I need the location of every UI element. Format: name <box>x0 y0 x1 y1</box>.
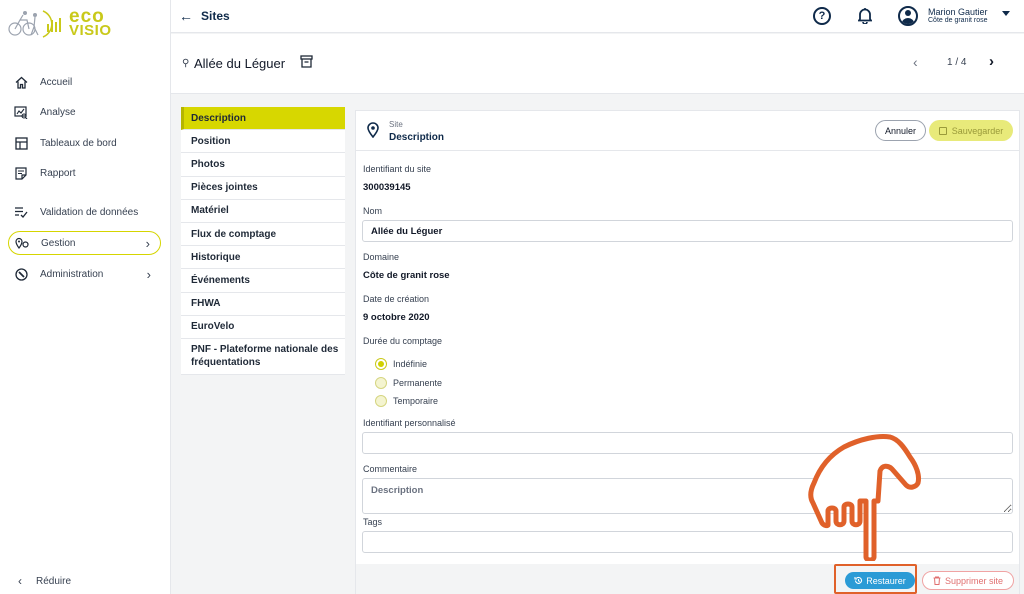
radio-label: Temporaire <box>393 396 439 406</box>
sidebar-item-rapport[interactable]: Rapport <box>8 161 161 185</box>
section-tabs: Description Position Photos Pièces joint… <box>181 107 345 375</box>
panel-title: Description <box>389 132 445 143</box>
tab-description[interactable]: Description <box>181 107 345 131</box>
brand-word-visio: VISIO <box>69 22 112 39</box>
user-organization[interactable]: Côte de granit rose <box>928 17 988 24</box>
sidebar-item-administration[interactable]: Administration › <box>8 262 161 286</box>
page-title: Sites <box>201 9 230 23</box>
save-button[interactable]: Sauvegarder <box>929 120 1013 141</box>
duration-label: Durée du comptage <box>363 336 443 346</box>
panel-kicker: Site <box>389 120 403 129</box>
tab-eurovelo[interactable]: EuroVelo <box>181 316 345 339</box>
sidebar-item-validation-de-donnees[interactable]: Validation de données <box>8 200 161 224</box>
tab-pieces-jointes[interactable]: Pièces jointes <box>181 177 345 200</box>
restore-icon <box>854 576 863 584</box>
sidebar-item-tableaux-de-bord[interactable]: Tableaux de bord <box>8 131 161 155</box>
tags-label: Tags <box>363 517 383 527</box>
trash-icon <box>933 576 941 585</box>
chevron-right-icon: › <box>146 266 151 282</box>
tab-historique[interactable]: Historique <box>181 246 345 270</box>
comment-label: Commentaire <box>363 464 418 474</box>
radio-checked[interactable] <box>375 358 387 370</box>
tab-evenements[interactable]: Événements <box>181 269 345 293</box>
bell-icon[interactable] <box>858 7 872 24</box>
domain-value: Côte de granit rose <box>363 270 450 281</box>
restore-label: Restaurer <box>866 575 906 586</box>
sidebar-item-label: Analyse <box>40 106 76 118</box>
chevron-left-icon: ‹ <box>18 574 22 588</box>
topbar: ← Sites ? Marion Gautier Côte de granit … <box>171 0 1024 33</box>
delete-label: Supprimer site <box>944 575 1004 586</box>
chevron-right-icon: › <box>145 235 150 251</box>
tab-materiel[interactable]: Matériel <box>181 200 345 223</box>
radio-unchecked[interactable] <box>375 377 387 389</box>
help-icon[interactable]: ? <box>813 7 831 25</box>
analysis-icon <box>14 105 28 119</box>
back-arrow-icon[interactable]: ← <box>179 8 193 24</box>
site-header: ⚲ Allée du Léguer ‹ 1 / 4 › <box>171 34 1024 94</box>
site-name: Allée du Léguer <box>194 56 286 71</box>
tab-pnf[interactable]: PNF - Plateforme nationale des fréquenta… <box>181 339 345 375</box>
sidebar-item-analyse[interactable]: Analyse <box>8 100 161 124</box>
location-pin-icon <box>367 122 379 138</box>
tab-flux-de-comptage[interactable]: Flux de comptage <box>181 223 345 247</box>
avatar-icon[interactable] <box>898 6 918 26</box>
dashboard-icon <box>14 136 28 150</box>
sidebar-item-label: Accueil <box>40 76 73 88</box>
save-icon <box>938 126 947 135</box>
panel-footer: Restaurer Supprimer site <box>356 564 1019 594</box>
duration-option-indefinie[interactable]: Indéfinie <box>375 358 427 370</box>
panel-header: Site Description Annuler Sauvegarder <box>356 111 1019 151</box>
creation-date-label: Date de création <box>363 294 430 304</box>
custom-id-label: Identifiant personnalisé <box>363 418 456 428</box>
report-icon <box>14 166 28 180</box>
delete-site-button[interactable]: Supprimer site <box>922 571 1014 590</box>
location-pin-icon: ⚲ <box>182 58 190 69</box>
duration-option-permanente[interactable]: Permanente <box>375 377 442 389</box>
caret-down-icon[interactable] <box>1002 11 1010 16</box>
sidebar-item-label: Gestion <box>41 237 76 249</box>
user-name[interactable]: Marion Gautier <box>928 7 988 17</box>
tab-photos[interactable]: Photos <box>181 153 345 177</box>
sidebar-item-label: Administration <box>40 268 104 280</box>
previous-site-button[interactable]: ‹ <box>913 54 918 70</box>
gestion-icon <box>15 236 29 250</box>
name-input[interactable] <box>362 220 1013 242</box>
sidebar-item-label: Tableaux de bord <box>40 137 117 149</box>
wrench-icon <box>14 267 28 281</box>
pager-position: 1 / 4 <box>947 57 967 68</box>
name-label: Nom <box>363 206 383 216</box>
home-icon <box>14 75 28 89</box>
restore-button[interactable]: Restaurer <box>845 572 915 589</box>
radio-unchecked[interactable] <box>375 395 387 407</box>
site-id-label: Identifiant du site <box>363 164 432 174</box>
creation-date-value: 9 octobre 2020 <box>363 312 430 323</box>
sidebar-item-label: Rapport <box>40 167 76 179</box>
next-site-button[interactable]: › <box>989 53 994 70</box>
duration-option-temporaire[interactable]: Temporaire <box>375 395 438 407</box>
sidebar-item-gestion[interactable]: Gestion › <box>8 231 161 255</box>
sidebar: eco VISIO Accueil Analyse Tableaux de bo… <box>0 0 171 594</box>
reduce-sidebar-button[interactable]: ‹ Réduire <box>8 574 71 588</box>
domain-label: Domaine <box>363 252 400 262</box>
validation-icon <box>14 205 28 219</box>
tab-position[interactable]: Position <box>181 130 345 154</box>
archive-icon[interactable] <box>300 55 313 68</box>
radio-label: Indéfinie <box>393 359 428 369</box>
save-label: Sauvegarder <box>951 125 1004 136</box>
sidebar-item-accueil[interactable]: Accueil <box>8 70 161 94</box>
pointing-hand-icon <box>808 434 921 561</box>
radio-label: Permanente <box>393 378 443 388</box>
cancel-button[interactable]: Annuler <box>875 120 926 141</box>
tab-fhwa[interactable]: FHWA <box>181 293 345 316</box>
cyclist-walker-logo-icon <box>8 10 61 38</box>
sidebar-item-label: Validation de données <box>40 206 139 218</box>
site-id-value: 300039145 <box>363 182 411 193</box>
brand-logo[interactable]: eco VISIO <box>7 6 117 42</box>
reduce-label: Réduire <box>36 575 72 587</box>
